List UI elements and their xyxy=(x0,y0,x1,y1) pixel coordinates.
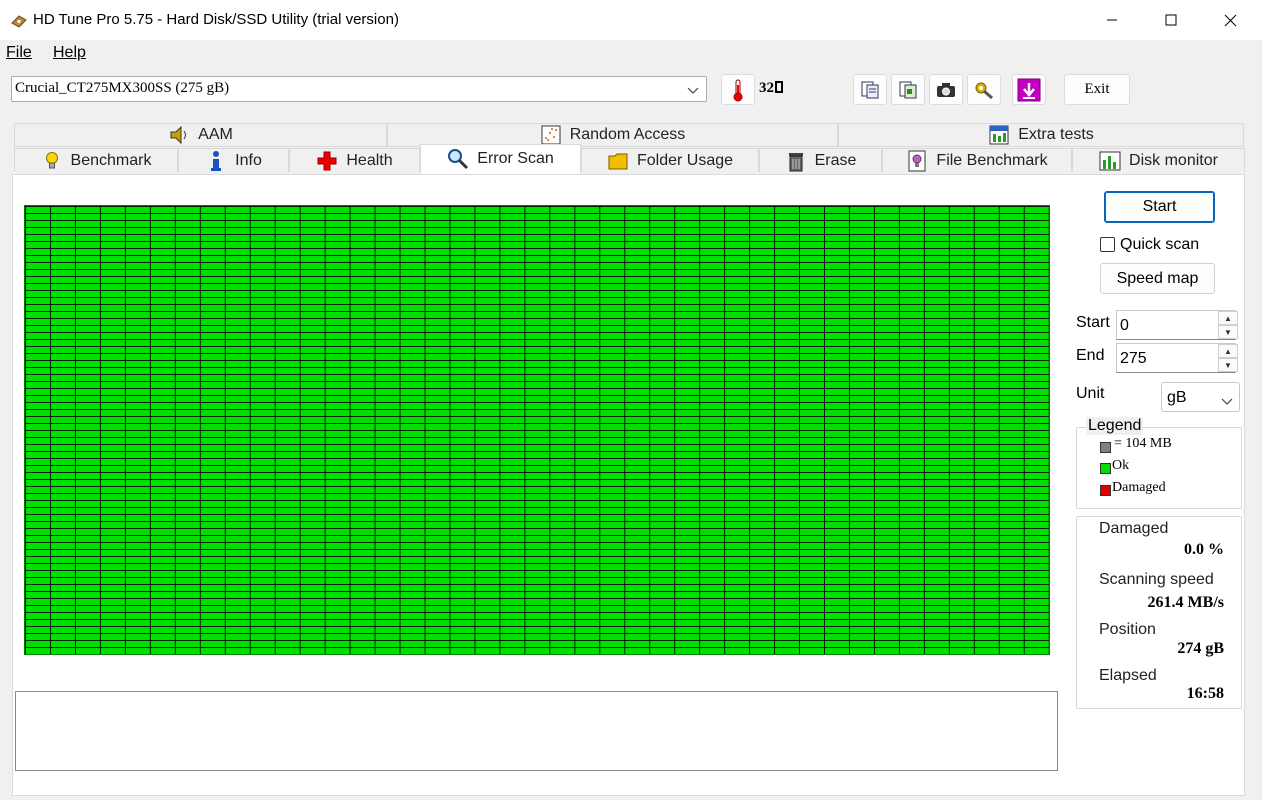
tab-extra-tests[interactable]: Extra tests xyxy=(838,123,1244,147)
quick-scan-label[interactable]: Quick scan xyxy=(1120,236,1199,254)
tab-health[interactable]: Health xyxy=(289,148,420,172)
position-label: Position xyxy=(1099,621,1156,638)
download-arrow-icon xyxy=(1017,78,1041,101)
spin-up-icon[interactable]: ▲ xyxy=(1218,344,1238,358)
damaged-label: Damaged xyxy=(1099,520,1169,537)
copy-icon xyxy=(861,81,879,98)
menu-file[interactable]: File xyxy=(6,44,32,62)
scanning-speed-label: Scanning speed xyxy=(1099,571,1214,588)
legend-ok-swatch xyxy=(1100,463,1111,474)
start-button[interactable]: Start xyxy=(1104,191,1215,223)
tab-file-benchmark[interactable]: File Benchmark xyxy=(882,148,1072,172)
thermometer-icon xyxy=(733,79,743,101)
tab-aam-label: AAM xyxy=(198,126,233,143)
end-spinner[interactable]: ▲ ▼ xyxy=(1218,344,1238,372)
spin-down-icon[interactable]: ▼ xyxy=(1218,358,1238,372)
screenshot-button[interactable] xyxy=(929,74,963,105)
tab-extra-tests-label: Extra tests xyxy=(1018,126,1094,143)
disk-monitor-icon xyxy=(1099,150,1121,172)
window-title: HD Tune Pro 5.75 - Hard Disk/SSD Utility… xyxy=(33,11,399,28)
tab-aam[interactable]: AAM xyxy=(14,123,387,147)
legend-damaged-swatch xyxy=(1100,485,1111,496)
tab-benchmark[interactable]: Benchmark xyxy=(14,148,178,172)
speaker-icon xyxy=(168,124,190,146)
menu-help[interactable]: Help xyxy=(53,44,86,62)
unit-label: Unit xyxy=(1076,385,1105,402)
tab-random-access-label: Random Access xyxy=(569,126,686,143)
copy-all-button[interactable] xyxy=(891,74,925,105)
elapsed-label: Elapsed xyxy=(1099,667,1157,684)
file-bulb-icon xyxy=(906,150,928,172)
tab-health-label: Health xyxy=(346,151,393,169)
scan-log-box[interactable] xyxy=(15,691,1058,771)
end-field-label: End xyxy=(1076,347,1105,364)
menu-bar xyxy=(0,40,1262,66)
close-icon xyxy=(1224,14,1236,26)
app-icon xyxy=(10,12,27,28)
elapsed-value: 16:58 xyxy=(1186,685,1224,702)
temperature-value: 32 xyxy=(759,80,783,97)
tab-folder-usage[interactable]: Folder Usage xyxy=(581,148,759,172)
menu-file-label: File xyxy=(6,44,32,61)
chevron-down-icon xyxy=(1221,393,1233,410)
chevron-down-icon xyxy=(687,82,699,99)
legend-block-size: = 104 MB xyxy=(1114,436,1172,451)
spin-up-icon[interactable]: ▲ xyxy=(1218,311,1238,325)
menu-help-label: Help xyxy=(53,44,86,61)
drive-select-value: Crucial_CT275MX300SS (275 gB) xyxy=(15,80,230,96)
tools-icon xyxy=(975,82,993,99)
tab-file-benchmark-label: File Benchmark xyxy=(936,151,1048,169)
health-cross-icon xyxy=(316,150,338,172)
folder-icon xyxy=(607,150,629,172)
options-button[interactable] xyxy=(967,74,1001,105)
damaged-value: 0.0 % xyxy=(1184,541,1224,558)
temperature-number: 32 xyxy=(759,80,774,96)
speed-map-button[interactable]: Speed map xyxy=(1100,263,1215,294)
minimize-icon xyxy=(1107,19,1117,21)
save-button[interactable] xyxy=(1012,74,1046,105)
exit-button[interactable]: Exit xyxy=(1064,74,1130,105)
copy-info-button[interactable] xyxy=(853,74,887,105)
maximize-icon xyxy=(1165,14,1177,26)
trash-icon xyxy=(785,150,807,172)
close-button[interactable] xyxy=(1201,0,1259,40)
tab-error-scan-label: Error Scan xyxy=(477,150,554,167)
position-value: 274 gB xyxy=(1177,640,1224,657)
minimize-button[interactable] xyxy=(1083,0,1141,40)
quick-scan-checkbox[interactable] xyxy=(1100,237,1115,252)
temperature-button[interactable] xyxy=(721,74,755,105)
tab-info-label: Info xyxy=(235,151,262,169)
camera-icon xyxy=(937,82,955,97)
legend-damaged-label: Damaged xyxy=(1112,480,1166,495)
legend-ok-label: Ok xyxy=(1112,458,1130,473)
degree-glyph-icon xyxy=(775,81,783,93)
scan-block-grid xyxy=(24,205,1050,655)
tab-info[interactable]: Info xyxy=(178,148,289,172)
extra-tests-icon xyxy=(988,124,1010,146)
tab-erase[interactable]: Erase xyxy=(759,148,882,172)
maximize-button[interactable] xyxy=(1142,0,1200,40)
random-access-icon xyxy=(540,124,562,146)
legend-title: Legend xyxy=(1086,417,1144,435)
tab-disk-monitor-label: Disk monitor xyxy=(1129,151,1218,169)
scanning-speed-value: 261.4 MB/s xyxy=(1147,594,1224,611)
legend-block-swatch xyxy=(1100,442,1111,453)
start-spinner[interactable]: ▲ ▼ xyxy=(1218,311,1238,339)
magnifier-icon xyxy=(447,148,469,170)
start-field-label: Start xyxy=(1076,314,1110,331)
tab-error-scan[interactable]: Error Scan xyxy=(420,144,581,174)
unit-select-value: gB xyxy=(1167,389,1187,406)
tab-disk-monitor[interactable]: Disk monitor xyxy=(1072,148,1245,172)
lightbulb-icon xyxy=(41,150,63,172)
info-icon xyxy=(205,150,227,172)
spin-down-icon[interactable]: ▼ xyxy=(1218,325,1238,339)
tab-folder-usage-label: Folder Usage xyxy=(636,151,734,169)
copy-all-icon xyxy=(899,81,917,98)
tab-erase-label: Erase xyxy=(814,151,857,169)
tab-benchmark-label: Benchmark xyxy=(70,151,152,169)
